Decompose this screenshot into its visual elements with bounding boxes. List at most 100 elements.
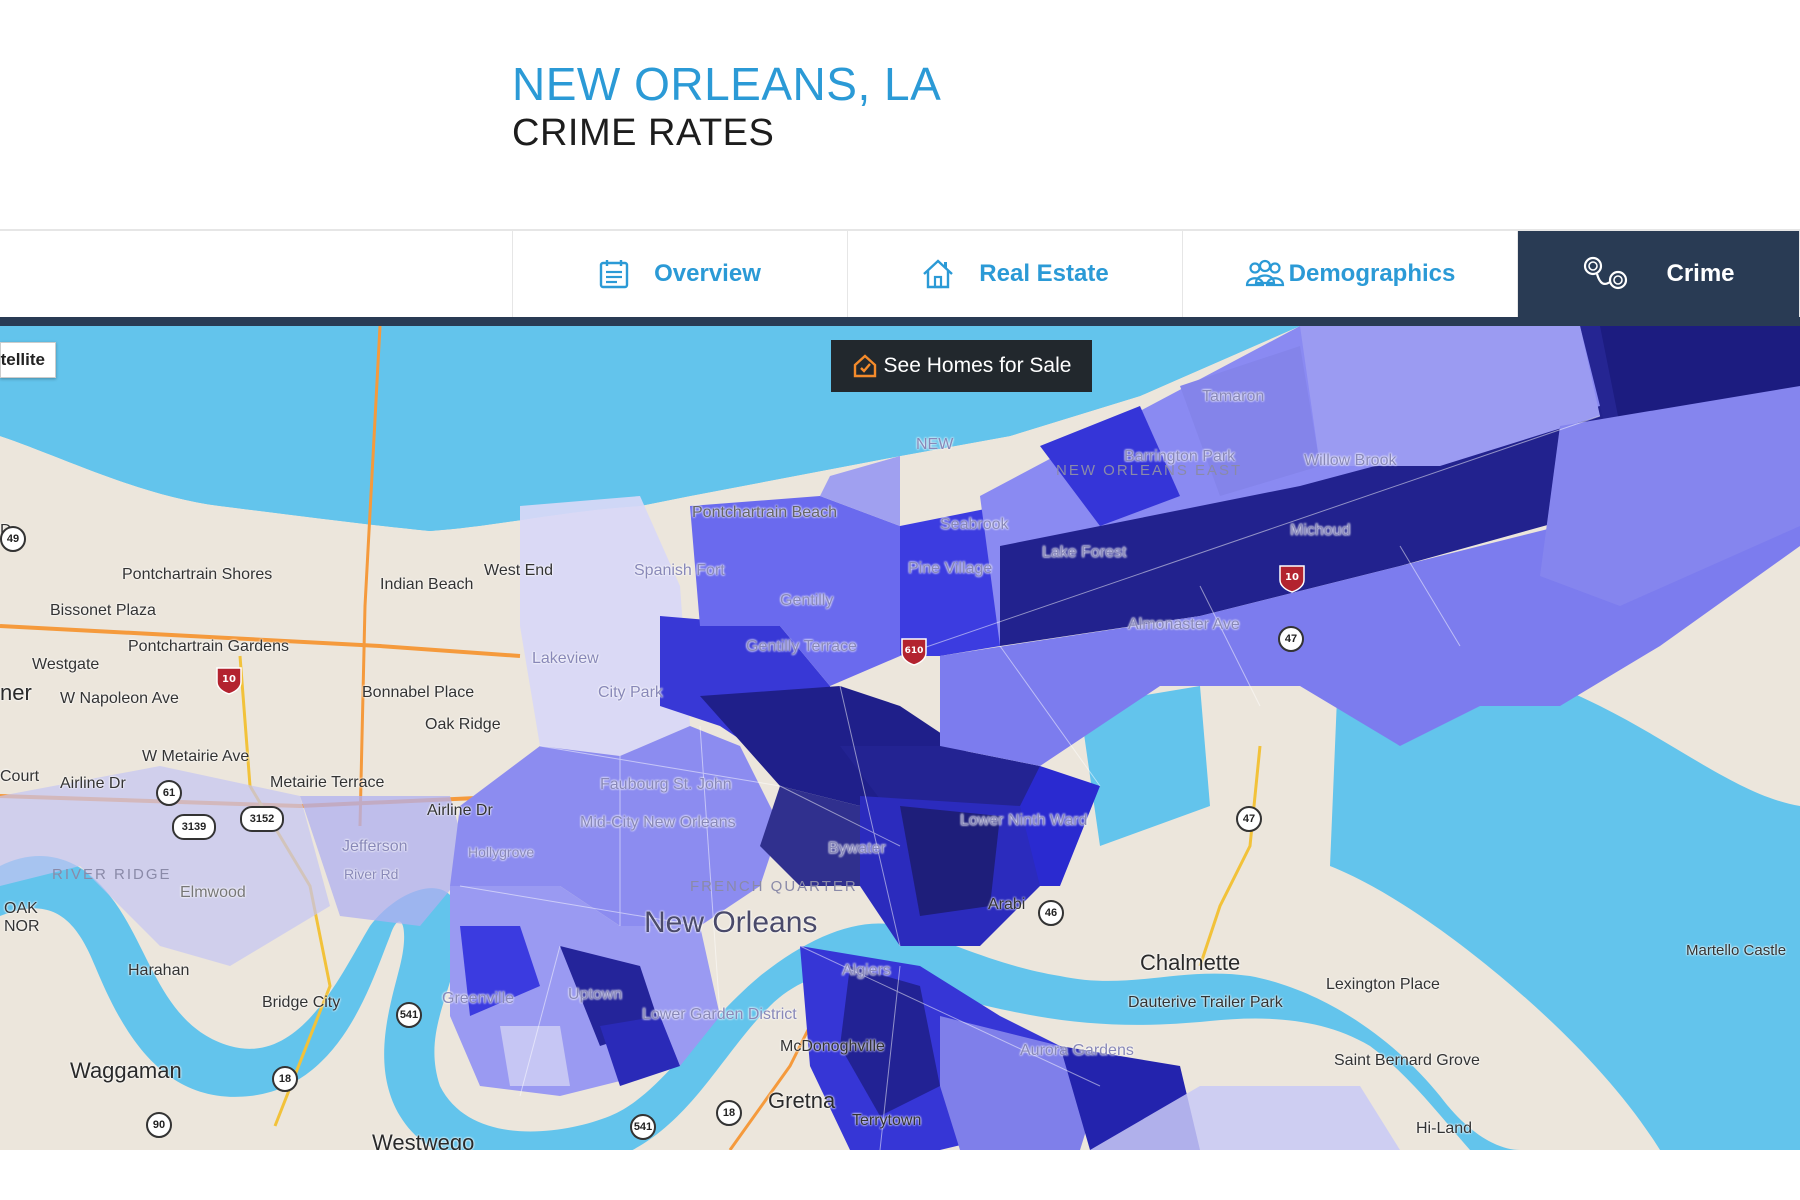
map-label: Lake Forest <box>1042 544 1127 561</box>
route-shield: 3139 <box>172 814 216 840</box>
map-label: Spanish Fort <box>634 562 725 579</box>
crime-map[interactable]: 10 10 610 tellite See Homes for Sale Pon… <box>0 326 1800 1150</box>
map-label: Mid-City New Orleans <box>580 814 736 831</box>
map-label: Tamaron <box>1202 388 1265 405</box>
route-shield: 49 <box>0 526 26 552</box>
svg-text:10: 10 <box>1285 572 1299 583</box>
page-title: NEW ORLEANS, LA <box>512 58 942 110</box>
map-label: Chalmette <box>1140 950 1241 975</box>
route-shield: 18 <box>716 1100 742 1126</box>
map-label: Gentilly Terrace <box>746 638 857 655</box>
route-shield: 3152 <box>240 806 284 832</box>
map-label: McDonoghville <box>780 1038 885 1055</box>
map-label: Airline Dr <box>427 802 493 819</box>
map-label: River Rd <box>344 866 399 882</box>
map-label: Bridge City <box>262 994 341 1011</box>
map-label: Lower Ninth Ward <box>960 812 1088 829</box>
map-label: Oak Ridge <box>425 716 501 733</box>
map-label: Pontchartrain Gardens <box>128 638 289 655</box>
map-label: Aurora Gardens <box>1020 1042 1134 1059</box>
map-label: Lower Garden District <box>642 1006 797 1023</box>
map-label: NOR <box>4 918 40 935</box>
house-icon <box>853 354 876 378</box>
map-label: Seabrook <box>940 516 1009 533</box>
map-label: W Metairie Ave <box>142 748 250 765</box>
route-shield: 18 <box>272 1066 298 1092</box>
map-label: Faubourg St. John <box>600 776 732 793</box>
map-label: Westgate <box>32 656 100 673</box>
map-label: Terrytown <box>852 1112 922 1129</box>
map-label: Dauterive Trailer Park <box>1128 994 1283 1011</box>
map-label: Almonaster Ave <box>1128 616 1240 633</box>
route-shield: 61 <box>156 780 182 806</box>
route-shield: 90 <box>146 1112 172 1138</box>
map-top-band <box>0 317 1800 326</box>
see-homes-label: See Homes for Sale <box>883 354 1072 377</box>
map-label: Arabi <box>988 896 1026 913</box>
route-shield: 46 <box>1038 900 1064 926</box>
map-label: Jefferson <box>342 838 408 855</box>
tab-demographics[interactable]: Demographics <box>1183 231 1518 317</box>
map-label: Waggaman <box>70 1058 182 1083</box>
map-label: West End <box>484 562 554 579</box>
route-shield: 47 <box>1278 626 1304 652</box>
map-label: Indian Beach <box>380 576 474 593</box>
route-shield: 541 <box>630 1114 656 1140</box>
map-label: Court <box>0 768 40 785</box>
tab-overview[interactable]: Overview <box>512 231 848 317</box>
map-label: Elmwood <box>180 884 246 901</box>
map-label: Bywater <box>828 840 886 857</box>
map-label: W Napoleon Ave <box>60 690 179 707</box>
see-homes-button[interactable]: See Homes for Sale <box>831 340 1092 392</box>
map-label: Lexington Place <box>1326 976 1440 993</box>
tab-overview-label: Overview <box>654 260 761 287</box>
svg-text:610: 610 <box>905 646 924 656</box>
tab-crime[interactable]: Crime <box>1518 231 1800 317</box>
tab-crime-label: Crime <box>1666 260 1735 287</box>
map-label: FRENCH QUARTER <box>690 878 858 895</box>
map-label: OAK <box>4 900 38 917</box>
map-label: Algiers <box>842 962 891 979</box>
map-label: Lakeview <box>532 650 599 667</box>
tab-real-estate[interactable]: Real Estate <box>848 231 1183 317</box>
handcuffs-icon <box>1584 256 1628 290</box>
map-label: Pine Village <box>908 560 993 577</box>
map-label: Gentilly <box>780 592 834 609</box>
nav-spacer <box>0 231 513 317</box>
page-header: NEW ORLEANS, LA CRIME RATES <box>512 58 941 156</box>
map-label: Saint Bernard Grove <box>1334 1052 1480 1069</box>
map-label: Gretna <box>768 1088 836 1113</box>
map-base-layer: 10 10 610 <box>0 326 1800 1150</box>
map-label: Metairie Terrace <box>270 774 385 791</box>
map-label: NEW <box>916 436 954 453</box>
tab-demographics-label: Demographics <box>1288 260 1456 287</box>
map-label: NEW ORLEANS EAST <box>1056 462 1243 479</box>
map-label: Michoud <box>1290 522 1351 539</box>
map-label: RIVER RIDGE <box>52 866 172 883</box>
map-label: Harahan <box>128 962 190 979</box>
svg-text:10: 10 <box>222 674 236 685</box>
map-label: New Orleans <box>644 906 818 939</box>
calendar-icon <box>599 260 629 289</box>
people-icon <box>1245 259 1284 287</box>
map-label: City Park <box>598 684 663 701</box>
map-label: Pontchartrain Shores <box>122 566 273 583</box>
map-label: Greenville <box>442 990 515 1007</box>
satellite-toggle[interactable]: tellite <box>0 342 56 378</box>
route-shield: 47 <box>1236 806 1262 832</box>
house-icon <box>923 259 954 289</box>
page-subtitle: CRIME RATES <box>512 112 775 154</box>
tab-real-estate-label: Real Estate <box>979 260 1109 287</box>
map-label: Hi-Land <box>1416 1120 1473 1137</box>
section-tabs: Overview Real Estate Demographics Crime <box>0 229 1800 317</box>
map-label: Bissonet Plaza <box>50 602 156 619</box>
map-label: Hollygrove <box>468 844 535 860</box>
map-label: Bonnabel Place <box>362 684 475 701</box>
map-label: Pontchartrain Beach <box>692 504 837 521</box>
map-label: Westwego <box>372 1130 475 1150</box>
map-label: Uptown <box>568 986 623 1003</box>
map-label: Airline Dr <box>60 775 126 792</box>
map-label: Willow Brook <box>1304 452 1397 469</box>
map-label: ner <box>0 680 32 705</box>
route-shield: 541 <box>396 1002 422 1028</box>
